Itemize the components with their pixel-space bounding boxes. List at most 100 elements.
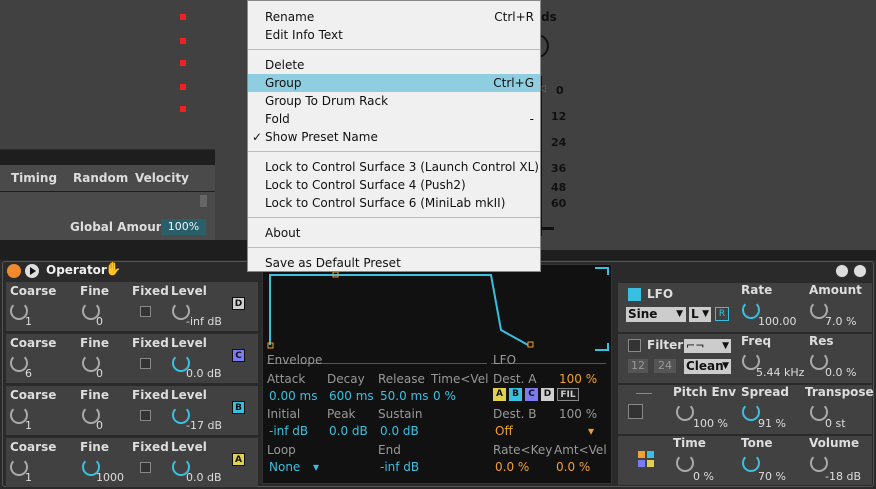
dest-button[interactable]: B: [509, 388, 522, 401]
level-label: Level: [171, 284, 207, 298]
dest-b-amount[interactable]: 100 %: [559, 407, 597, 421]
dest-button[interactable]: D: [541, 388, 554, 401]
mixer-panel: ds ◁ 0 - 12 - 24 - 36 - 48 - 60: [531, 0, 876, 250]
operator-badge[interactable]: D: [232, 297, 245, 310]
device-power-icon[interactable]: [7, 264, 21, 278]
menu-item-fold[interactable]: Fold -: [248, 110, 540, 128]
spread-value: 91 %: [758, 417, 786, 430]
volume-value: -18 dB: [825, 470, 861, 483]
timevel-value[interactable]: 0 %: [433, 389, 456, 403]
ratekey-value[interactable]: 0.0 %: [495, 460, 529, 474]
coarse-label: Coarse: [10, 388, 57, 402]
operator-badge[interactable]: C: [232, 349, 245, 362]
lfo-range-select[interactable]: L ▼: [689, 307, 711, 322]
global-amount-row: Global Amount 100%: [0, 210, 215, 240]
menu-item-about[interactable]: About: [248, 224, 540, 242]
marker: [180, 60, 186, 66]
fine-label: Fine: [80, 440, 109, 454]
partial-label: ds: [541, 10, 557, 24]
menu-item-group[interactable]: Group Ctrl+G: [248, 74, 540, 92]
device-save-icon[interactable]: [853, 264, 867, 278]
groove-row: [0, 192, 215, 210]
level-value: -17 dB: [186, 419, 222, 432]
freq-label: Freq: [741, 334, 772, 348]
loop-dropdown[interactable]: None: [269, 460, 300, 474]
attack-value[interactable]: 0.00 ms: [269, 389, 317, 403]
transpose-value: 0 st: [825, 417, 846, 430]
menu-item-rename[interactable]: Rename Ctrl+R: [248, 8, 540, 26]
filter-label: Filter: [647, 338, 684, 352]
timing-header: Timing: [11, 171, 58, 185]
dest-a-label: Dest. A: [493, 372, 537, 386]
menu-item-lock-surface-6[interactable]: Lock to Control Surface 6 (MiniLab mkII): [248, 194, 540, 212]
level-value: -inf dB: [186, 315, 222, 328]
filter-type-select[interactable]: ⌐¬ ▼: [684, 339, 731, 353]
menu-item-show-preset-name[interactable]: ✓ Show Preset Name: [248, 128, 540, 146]
filter-circuit-value: Clean: [686, 359, 724, 373]
menu-item-lock-surface-4[interactable]: Lock to Control Surface 4 (Push2): [248, 176, 540, 194]
velocity-header: Velocity: [135, 171, 189, 185]
envelope-graph[interactable]: [263, 265, 611, 353]
lfo-wave-value: Sine: [628, 307, 658, 321]
pitch-env-toggle[interactable]: [628, 404, 643, 419]
device-settings-icon[interactable]: [835, 264, 849, 278]
level-label: Level: [171, 440, 207, 454]
level-value: 0.0 dB: [186, 367, 222, 380]
fixed-label: Fixed: [132, 336, 169, 350]
scale-label: 12: [551, 110, 567, 123]
menu-item-lock-surface-3[interactable]: Lock to Control Surface 3 (Launch Contro…: [248, 158, 540, 176]
coarse-value: 6: [25, 367, 32, 380]
pitch-env-knob[interactable]: [676, 403, 694, 421]
sustain-value[interactable]: 0.0 dB: [380, 424, 419, 438]
menu-item-edit-info-text[interactable]: Edit Info Text: [248, 26, 540, 44]
release-value[interactable]: 50.0 ms: [380, 389, 428, 403]
peak-value[interactable]: 0.0 dB: [329, 424, 368, 438]
menu-item-delete[interactable]: Delete: [248, 56, 540, 74]
hand-icon: ✋: [105, 262, 122, 277]
scrollbar[interactable]: [200, 195, 207, 207]
pitch-env-value: 100 %: [693, 417, 728, 430]
operator-badge[interactable]: B: [232, 401, 245, 414]
fixed-checkbox[interactable]: [140, 358, 151, 369]
chevron-down-icon[interactable]: ▾: [313, 460, 319, 474]
menu-item-save-default-preset[interactable]: Save as Default Preset: [248, 254, 540, 272]
menu-item-group-to-drum-rack[interactable]: Group To Drum Rack: [248, 92, 540, 110]
meter-scale: ◁ 0 - 12 - 24 - 36 - 48 - 60: [538, 76, 571, 236]
amtvel-value[interactable]: 0.0 %: [556, 460, 590, 474]
fixed-checkbox[interactable]: [140, 410, 151, 421]
decay-label: Decay: [327, 372, 365, 386]
loop-label: Loop: [267, 443, 296, 457]
initial-value[interactable]: -inf dB: [269, 424, 308, 438]
coarse-value: 1: [25, 315, 32, 328]
lfo-wave-select[interactable]: Sine ▼: [626, 307, 686, 322]
time-knob[interactable]: [676, 454, 694, 472]
filter-toggle[interactable]: [628, 339, 641, 352]
dest-b-dropdown[interactable]: Off: [495, 424, 513, 438]
decay-value[interactable]: 600 ms: [329, 389, 374, 403]
chevron-down-icon[interactable]: ▾: [588, 424, 594, 438]
transpose-label: Transpose: [805, 385, 874, 399]
dest-button[interactable]: A: [493, 388, 506, 401]
filter-24-button[interactable]: 24: [654, 359, 676, 373]
lfo-retrigger-button[interactable]: R: [715, 307, 729, 321]
amount-value: 7.0 %: [825, 315, 857, 328]
device-play-icon[interactable]: [25, 264, 39, 278]
device-title[interactable]: Operator: [46, 263, 107, 277]
dest-a-amount[interactable]: 100 %: [559, 372, 597, 386]
algorithm-icon[interactable]: [637, 450, 655, 468]
lfo-section-label: LFO: [493, 353, 517, 367]
dest-button[interactable]: FIL: [557, 388, 579, 401]
initial-label: Initial: [267, 407, 301, 421]
pitch-env-icon: [636, 393, 652, 394]
dest-button[interactable]: C: [525, 388, 538, 401]
scale-label: 24: [551, 136, 567, 149]
end-value[interactable]: -inf dB: [380, 460, 419, 474]
fixed-checkbox[interactable]: [140, 462, 151, 473]
filter-12-button[interactable]: 12: [628, 359, 648, 373]
fixed-checkbox[interactable]: [140, 306, 151, 317]
operator-badge[interactable]: A: [232, 453, 245, 466]
envelope-display: Envelope Attack Decay Release Time<Vel 0…: [262, 264, 612, 484]
lfo-toggle[interactable]: [628, 288, 641, 301]
filter-circuit-select[interactable]: Clean ▼: [684, 359, 731, 374]
global-amount-value[interactable]: 100%: [161, 219, 206, 235]
